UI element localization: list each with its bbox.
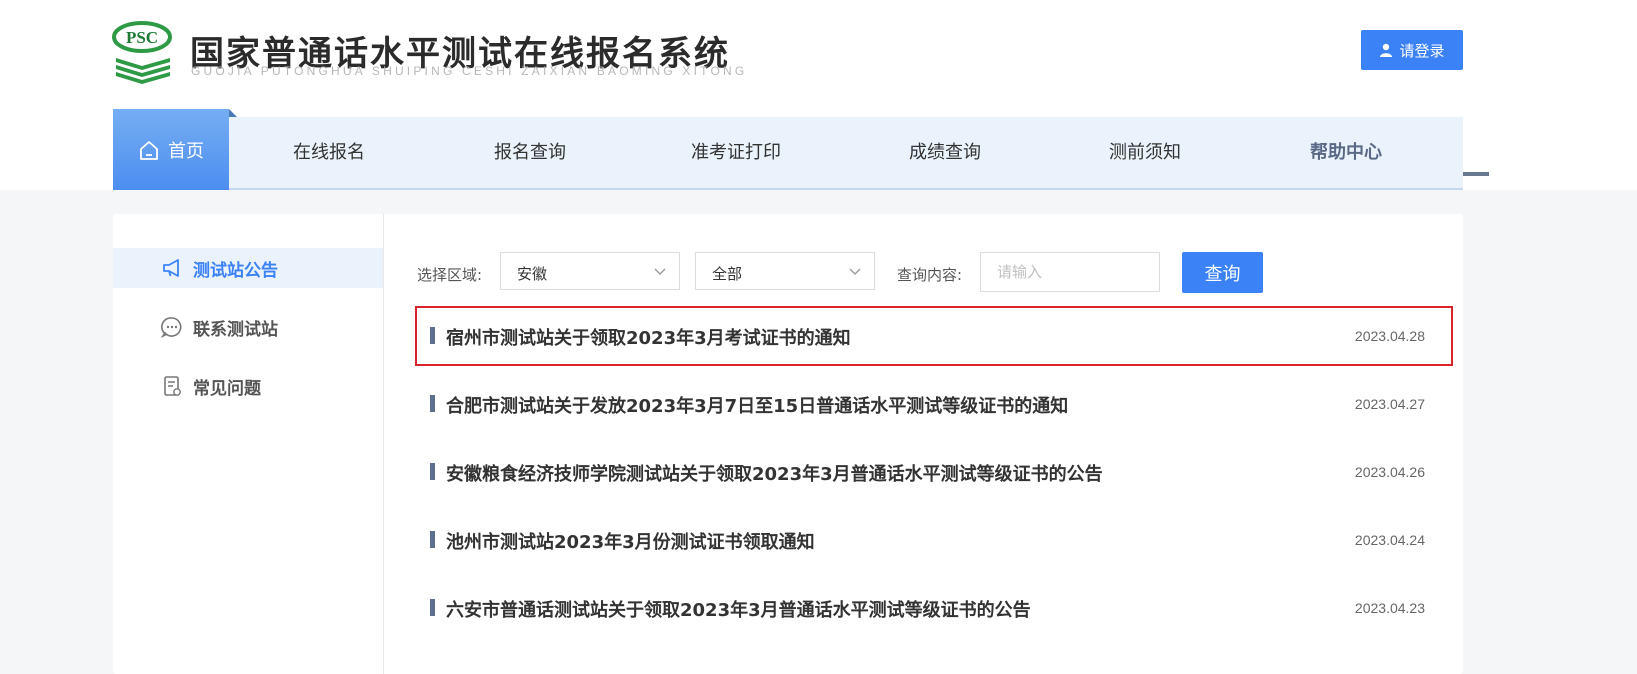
nav-item-pre-test-notes[interactable]: 测前须知 [1109, 117, 1181, 188]
notice-title: 安徽粮食经济技师学院测试站关于领取2023年3月普通话水平测试等级证书的公告 [446, 464, 1103, 485]
nav-item-registration-query[interactable]: 报名查询 [494, 117, 566, 188]
notice-date: 2023.04.27 [1354, 396, 1425, 412]
sidebar: 测试站公告 联系测试站 常见问题 [113, 214, 384, 674]
sidebar-item-label: 联系测试站 [193, 319, 278, 340]
user-icon [1380, 43, 1393, 57]
nav-item-help-center[interactable]: 帮助中心 [1310, 117, 1382, 188]
notice-marker [430, 327, 435, 344]
region-select[interactable]: 安徽 [500, 252, 680, 290]
notice-item[interactable]: 宿州市测试站关于领取2023年3月考试证书的通知 2023.04.28 [415, 306, 1453, 366]
sidebar-item-label: 测试站公告 [193, 260, 278, 281]
sidebar-item-contact-station[interactable]: 联系测试站 [113, 307, 383, 347]
login-button[interactable]: 请登录 [1361, 30, 1463, 70]
login-label: 请登录 [1399, 41, 1445, 60]
nav-item-score-query[interactable]: 成绩查询 [909, 117, 981, 188]
notice-marker [430, 599, 435, 616]
sidebar-item-faq[interactable]: 常见问题 [113, 366, 383, 406]
notice-title: 池州市测试站2023年3月份测试证书领取通知 [446, 532, 815, 553]
megaphone-icon [163, 259, 179, 277]
notice-marker [430, 531, 435, 548]
nav-home[interactable]: 首页 [113, 109, 237, 190]
notice-title: 宿州市测试站关于领取2023年3月考试证书的通知 [446, 328, 851, 349]
site-subtitle: GUOJIA PUTONGHUA SHUIPING CESHI ZAIXIAN … [191, 64, 748, 78]
notice-date: 2023.04.23 [1354, 600, 1425, 616]
notice-item[interactable]: 池州市测试站2023年3月份测试证书领取通知 2023.04.24 [415, 510, 1453, 570]
nav-home-label: 首页 [168, 140, 204, 162]
notice-item[interactable]: 六安市普通话测试站关于领取2023年3月普通话水平测试等级证书的公告 2023.… [415, 578, 1453, 638]
region-select-value: 安徽 [517, 265, 548, 283]
notice-title: 六安市普通话测试站关于领取2023年3月普通话水平测试等级证书的公告 [446, 600, 1031, 621]
query-label: 查询内容: [897, 266, 963, 284]
notice-title: 合肥市测试站关于发放2023年3月7日至15日普通话水平测试等级证书的通知 [446, 396, 1069, 417]
chat-icon [161, 317, 182, 338]
notice-item[interactable]: 合肥市测试站关于发放2023年3月7日至15日普通话水平测试等级证书的通知 20… [415, 374, 1453, 434]
document-icon [164, 376, 181, 396]
nav-item-online-registration[interactable]: 在线报名 [293, 117, 365, 188]
notice-item[interactable]: 安徽粮食经济技师学院测试站关于领取2023年3月普通话水平测试等级证书的公告 2… [415, 442, 1453, 502]
sidebar-item-label: 常见问题 [193, 378, 261, 399]
scope-select[interactable]: 全部 [695, 252, 875, 290]
notice-date: 2023.04.26 [1354, 464, 1425, 480]
home-icon [140, 140, 158, 160]
notice-marker [430, 395, 435, 412]
site-logo[interactable]: PSC 国家普通话水平测试在线报名系统 GUOJIA PUTONGHUA SHU… [112, 20, 744, 86]
main-nav: 首页 在线报名 报名查询 准考证打印 成绩查询 测前须知 帮助中心 [113, 109, 1489, 190]
psc-logo-icon: PSC [112, 21, 172, 84]
search-input[interactable] [980, 252, 1160, 292]
notice-date: 2023.04.28 [1354, 328, 1425, 344]
notice-marker [430, 463, 435, 480]
region-label: 选择区域: [417, 266, 483, 284]
scope-select-value: 全部 [712, 265, 743, 283]
logo-text: PSC [126, 28, 158, 47]
query-button[interactable]: 查询 [1182, 252, 1263, 293]
chevron-down-icon [849, 268, 861, 275]
notice-date: 2023.04.24 [1354, 532, 1425, 548]
content-panel: 测试站公告 联系测试站 常见问题 选择区域: 安徽 全部 查询内容: 请输入 查… [113, 214, 1463, 674]
chevron-down-icon [654, 268, 666, 275]
nav-item-admission-ticket[interactable]: 准考证打印 [691, 117, 781, 188]
sidebar-item-station-announcements[interactable]: 测试站公告 [113, 248, 383, 288]
nav-active-indicator [1463, 172, 1489, 176]
